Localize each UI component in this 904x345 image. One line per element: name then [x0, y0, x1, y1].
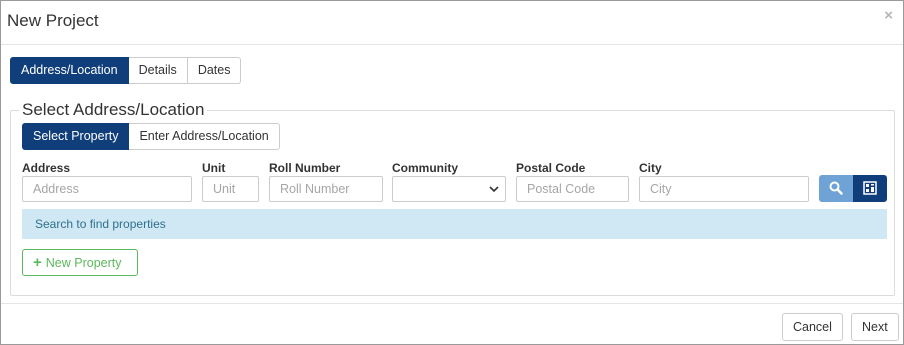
search-info-message: Search to find properties — [22, 209, 887, 239]
modal-title: New Project — [7, 11, 99, 30]
cancel-button[interactable]: Cancel — [782, 313, 843, 341]
main-tabs: Address/Location Details Dates — [10, 57, 242, 84]
new-property-button[interactable]: + New Property — [22, 249, 138, 276]
map-icon — [863, 181, 877, 195]
unit-input[interactable] — [202, 176, 259, 202]
search-button[interactable] — [819, 175, 853, 202]
roll-number-label: Roll Number — [269, 161, 341, 175]
address-subtabs: Select Property Enter Address/Location — [22, 123, 280, 150]
unit-label: Unit — [202, 161, 226, 175]
subtab-enter-address[interactable]: Enter Address/Location — [129, 123, 280, 150]
city-input[interactable] — [639, 176, 809, 202]
new-property-label: New Property — [45, 256, 122, 270]
tab-address-location[interactable]: Address/Location — [10, 57, 129, 84]
section-legend: Select Address/Location — [22, 100, 205, 119]
modal-header: New Project × — [1, 1, 903, 45]
tab-details[interactable]: Details — [128, 57, 188, 84]
modal-footer — [1, 303, 903, 344]
address-label: Address — [22, 161, 71, 175]
tab-dates[interactable]: Dates — [187, 57, 242, 84]
address-input[interactable] — [22, 176, 192, 202]
subtab-select-property[interactable]: Select Property — [22, 123, 130, 150]
postal-code-label: Postal Code — [516, 161, 586, 175]
new-project-modal: New Project × Address/Location Details D… — [0, 0, 904, 345]
plus-icon: + — [33, 254, 42, 271]
city-label: City — [639, 161, 662, 175]
chevron-down-icon — [489, 186, 499, 193]
next-button[interactable]: Next — [851, 313, 899, 341]
map-button[interactable] — [853, 175, 887, 202]
community-label: Community — [392, 161, 458, 175]
search-icon — [829, 181, 843, 195]
community-select[interactable] — [392, 176, 506, 202]
postal-code-input[interactable] — [516, 176, 629, 202]
close-icon[interactable]: × — [884, 7, 893, 24]
roll-number-input[interactable] — [269, 176, 383, 202]
